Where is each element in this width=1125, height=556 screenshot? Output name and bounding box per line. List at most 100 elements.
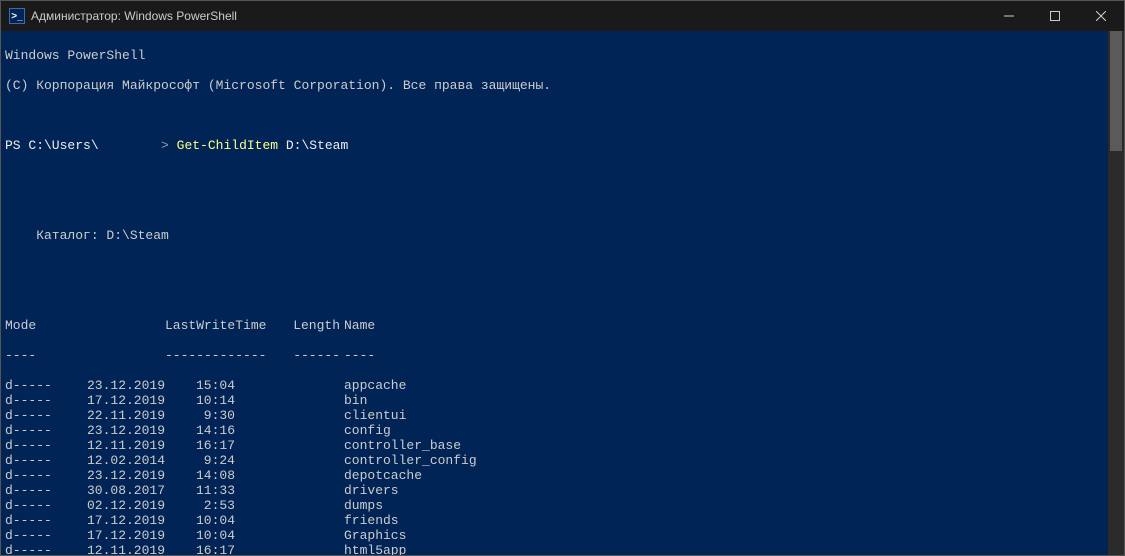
close-button[interactable] [1078, 1, 1124, 31]
cell-date: 17.12.2019 [55, 528, 165, 543]
cell-name: friends [340, 513, 399, 528]
cell-time: 16:17 [165, 438, 235, 453]
blank-line [5, 108, 1104, 123]
listing-row: d-----12.11.201916:17 html5app [5, 543, 1104, 555]
blank-line [5, 258, 1104, 273]
minimize-button[interactable] [986, 1, 1032, 31]
cell-date: 23.12.2019 [55, 468, 165, 483]
cell-time: 16:17 [165, 543, 235, 555]
cell-name: drivers [340, 483, 399, 498]
col-length: Length [235, 318, 340, 333]
cell-length [235, 438, 340, 453]
cell-date: 30.08.2017 [55, 483, 165, 498]
cell-length [235, 543, 340, 555]
cell-mode: d----- [5, 543, 55, 555]
cell-date: 12.11.2019 [55, 543, 165, 555]
cell-date: 17.12.2019 [55, 513, 165, 528]
listing-row: d-----17.12.201910:04 Graphics [5, 528, 1104, 543]
cell-length [235, 468, 340, 483]
cell-date: 02.12.2019 [55, 498, 165, 513]
cell-name: Graphics [340, 528, 406, 543]
cell-length [235, 423, 340, 438]
cell-date: 23.12.2019 [55, 423, 165, 438]
cell-name: html5app [340, 543, 406, 555]
blank-line [5, 288, 1104, 303]
listing-row: d-----12.02.20149:24 controller_config [5, 453, 1104, 468]
cell-date: 22.11.2019 [55, 408, 165, 423]
command-arg: D:\Steam [286, 138, 348, 153]
window-title: Администратор: Windows PowerShell [31, 9, 986, 23]
banner-line: Windows PowerShell [5, 48, 1104, 63]
cell-length [235, 378, 340, 393]
cell-mode: d----- [5, 483, 55, 498]
cell-time: 2:53 [165, 498, 235, 513]
cell-length [235, 393, 340, 408]
cell-date: 12.11.2019 [55, 438, 165, 453]
prompt-line: PS C:\Users\ > Get-ChildItem D:\Steam [5, 138, 1104, 153]
listing-row: d-----30.08.201711:33 drivers [5, 483, 1104, 498]
col-name: Name [340, 318, 375, 333]
cell-date: 17.12.2019 [55, 393, 165, 408]
cell-time: 15:04 [165, 378, 235, 393]
cell-time: 11:33 [165, 483, 235, 498]
console-output[interactable]: Windows PowerShell (C) Корпорация Майкро… [1, 31, 1108, 555]
close-icon [1096, 11, 1106, 21]
scrollbar-thumb[interactable] [1110, 31, 1122, 151]
cell-length [235, 513, 340, 528]
cell-mode: d----- [5, 423, 55, 438]
cell-mode: d----- [5, 393, 55, 408]
cell-name: depotcache [340, 468, 422, 483]
cell-date: 12.02.2014 [55, 453, 165, 468]
cell-time: 9:30 [165, 408, 235, 423]
cell-length [235, 408, 340, 423]
cell-time: 9:24 [165, 453, 235, 468]
powershell-window: >_ Администратор: Windows PowerShell Win… [0, 0, 1125, 556]
maximize-button[interactable] [1032, 1, 1078, 31]
prompt-path: C:\Users\ [28, 138, 98, 153]
cell-time: 14:08 [165, 468, 235, 483]
blank-line [5, 168, 1104, 183]
maximize-icon [1050, 11, 1060, 21]
prompt-gt: > [161, 138, 177, 153]
cell-mode: d----- [5, 468, 55, 483]
cell-time: 14:16 [165, 423, 235, 438]
cell-length [235, 528, 340, 543]
cell-date: 23.12.2019 [55, 378, 165, 393]
cell-mode: d----- [5, 498, 55, 513]
vertical-scrollbar[interactable] [1108, 31, 1124, 555]
prompt-ps: PS [5, 138, 28, 153]
cell-name: appcache [340, 378, 406, 393]
powershell-icon: >_ [9, 8, 25, 24]
listing-row: d-----23.12.201914:16 config [5, 423, 1104, 438]
column-underline: --------------------------- [5, 348, 1104, 363]
console-area: Windows PowerShell (C) Корпорация Майкро… [1, 31, 1124, 555]
listing-row: d-----23.12.201915:04 appcache [5, 378, 1104, 393]
listing-row: d-----22.11.20199:30clientui [5, 408, 1104, 423]
cell-mode: d----- [5, 408, 55, 423]
listing-row: d-----17.12.201910:04 friends [5, 513, 1104, 528]
cell-mode: d----- [5, 378, 55, 393]
cell-mode: d----- [5, 453, 55, 468]
cell-length [235, 453, 340, 468]
cell-time: 10:14 [165, 393, 235, 408]
minimize-icon [1004, 11, 1014, 21]
col-mode: Mode [5, 318, 55, 333]
blank-line [5, 198, 1104, 213]
listing-row: d-----02.12.20192:53 dumps [5, 498, 1104, 513]
col-lastwrite [55, 318, 165, 333]
cell-mode: d----- [5, 438, 55, 453]
banner-line: (C) Корпорация Майкрософт (Microsoft Cor… [5, 78, 1104, 93]
listing-row: d-----17.12.201910:14bin [5, 393, 1104, 408]
cell-name: dumps [340, 498, 383, 513]
catalog-line: Каталог: D:\Steam [5, 228, 1104, 243]
cell-time: 10:04 [165, 513, 235, 528]
titlebar[interactable]: >_ Администратор: Windows PowerShell [1, 1, 1124, 31]
cell-mode: d----- [5, 513, 55, 528]
cell-length [235, 498, 340, 513]
cell-name: controller_config [340, 453, 477, 468]
cell-name: config [340, 423, 391, 438]
cell-mode: d----- [5, 528, 55, 543]
column-headers: ModeLastWriteTimeLengthName [5, 318, 1104, 333]
listing-rows: d-----23.12.201915:04appcached-----17.12… [5, 378, 1104, 555]
cell-time: 10:04 [165, 528, 235, 543]
